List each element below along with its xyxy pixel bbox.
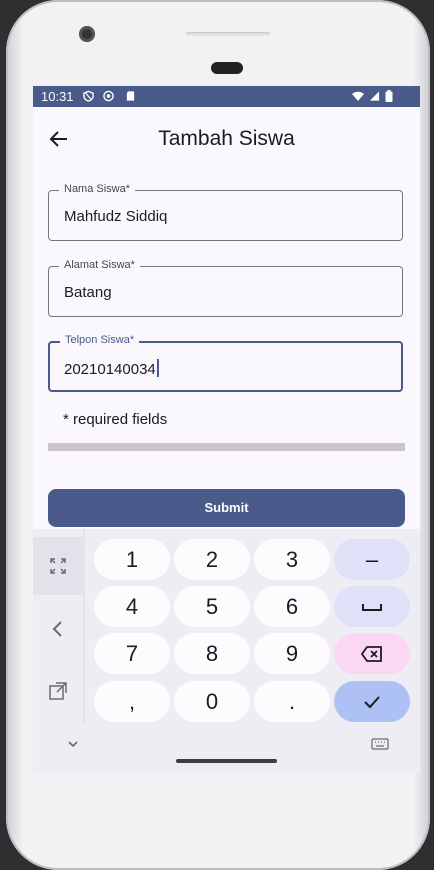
chevron-down-icon[interactable] — [67, 740, 79, 748]
screen: 10:31 Tambah Siswa Nama Siswa* Mahfudz S… — [33, 86, 420, 773]
status-bar: 10:31 — [33, 86, 420, 107]
alamat-siswa-label: Alamat Siswa* — [59, 259, 140, 271]
key-0[interactable]: 0 — [174, 681, 250, 722]
key-9[interactable]: 9 — [254, 633, 330, 674]
front-camera — [79, 26, 95, 42]
telpon-siswa-value: 20210140034 — [64, 361, 156, 378]
key-3[interactable]: 3 — [254, 539, 330, 580]
progress-bar — [48, 443, 405, 451]
open-external-icon — [49, 682, 67, 700]
key-6[interactable]: 6 — [254, 586, 330, 627]
submit-button[interactable]: Submit — [48, 489, 405, 527]
telpon-siswa-field[interactable]: Telpon Siswa* 20210140034 — [48, 334, 403, 392]
key-space[interactable] — [334, 586, 410, 627]
key-7[interactable]: 7 — [94, 633, 170, 674]
key-2[interactable]: 2 — [174, 539, 250, 580]
key-1[interactable]: 1 — [94, 539, 170, 580]
earpiece — [211, 62, 243, 74]
key-8[interactable]: 8 — [174, 633, 250, 674]
status-time: 10:31 — [41, 89, 74, 104]
key-delete[interactable] — [334, 633, 410, 674]
key-period[interactable]: . — [254, 681, 330, 722]
page-title: Tambah Siswa — [158, 127, 295, 150]
nama-siswa-field[interactable]: Nama Siswa* Mahfudz Siddiq — [48, 183, 403, 241]
keyboard-icon[interactable] — [371, 738, 389, 750]
keyboard-bottom-bar — [33, 723, 420, 773]
shield-icon — [83, 90, 94, 102]
chevron-left-icon — [52, 621, 62, 637]
battery-icon — [385, 90, 393, 102]
required-fields-note: * required fields — [63, 411, 168, 428]
key-comma[interactable]: , — [94, 681, 170, 722]
nama-siswa-label: Nama Siswa* — [59, 183, 136, 195]
wifi-icon — [352, 91, 364, 101]
keyboard-back-button[interactable] — [33, 601, 83, 657]
gesture-nav-handle[interactable] — [176, 759, 277, 763]
signal-icon — [369, 91, 380, 101]
check-icon — [364, 695, 380, 708]
backspace-icon — [361, 645, 382, 662]
telpon-siswa-label: Telpon Siswa* — [60, 334, 140, 346]
cast-icon — [103, 90, 114, 102]
alamat-siswa-value: Batang — [64, 284, 112, 301]
clipboard-button[interactable] — [33, 659, 83, 723]
keyboard-divider — [83, 529, 85, 723]
speaker-grille — [186, 32, 270, 36]
fullscreen-icon — [50, 558, 66, 574]
app-bar: Tambah Siswa — [33, 107, 420, 171]
text-cursor — [156, 359, 159, 377]
key-4[interactable]: 4 — [94, 586, 170, 627]
telpon-siswa-value-wrap: 20210140034 — [64, 359, 159, 378]
sd-card-icon — [126, 91, 135, 101]
nama-siswa-value: Mahfudz Siddiq — [64, 208, 168, 225]
numeric-keyboard: 1 2 3 – 4 5 6 7 8 9 , 0 . — [33, 529, 420, 773]
key-5[interactable]: 5 — [174, 586, 250, 627]
alamat-siswa-field[interactable]: Alamat Siswa* Batang — [48, 259, 403, 317]
key-confirm[interactable] — [334, 681, 410, 722]
space-bar-icon — [362, 603, 382, 611]
phone-frame: 10:31 Tambah Siswa Nama Siswa* Mahfudz S… — [6, 0, 430, 870]
key-minus[interactable]: – — [334, 539, 410, 580]
resize-keyboard-button[interactable] — [33, 537, 83, 595]
